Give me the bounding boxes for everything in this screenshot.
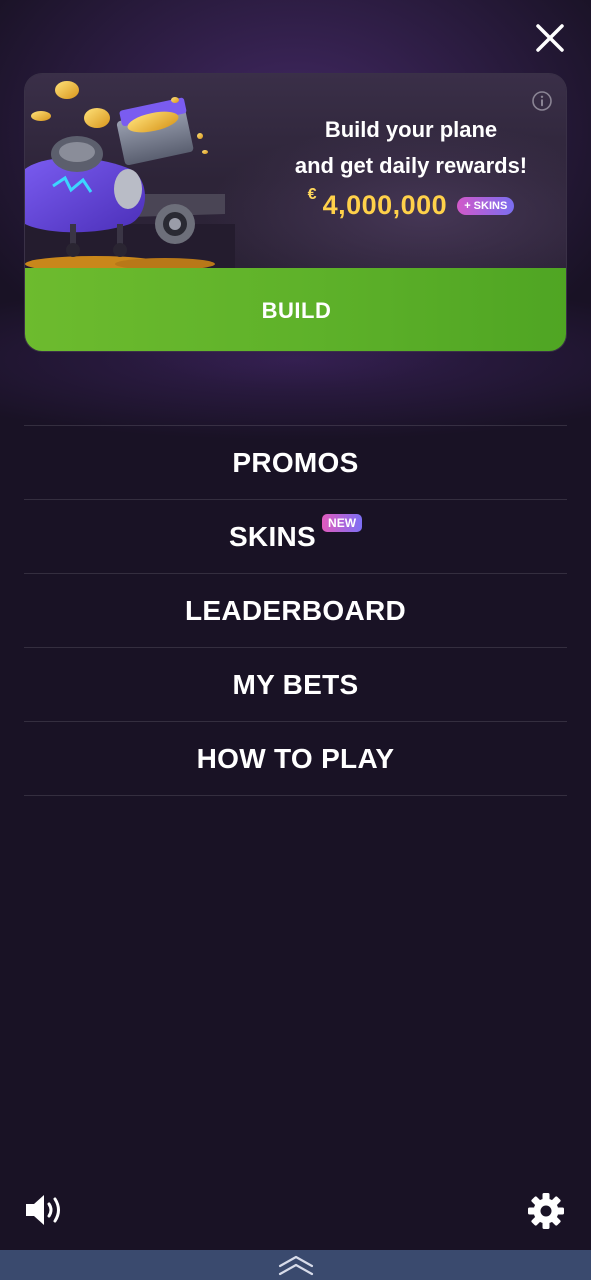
expand-bar[interactable] <box>0 1250 591 1280</box>
main-menu: PROMOS SKINS NEW LEADERBOARD MY BETS HOW… <box>24 425 567 796</box>
plane-illustration <box>25 81 235 268</box>
promo-title-line1: Build your plane <box>324 117 498 142</box>
menu-screen: Build your plane and get daily rewards! … <box>0 0 591 1280</box>
menu-item-promos[interactable]: PROMOS <box>24 425 567 499</box>
info-icon[interactable] <box>531 90 553 112</box>
build-button[interactable]: BUILD <box>25 268 566 351</box>
menu-item-label: PROMOS <box>232 446 359 478</box>
prize-amount: 4,000,000 <box>322 190 448 220</box>
new-badge: NEW <box>322 513 363 532</box>
menu-item-label: MY BETS <box>232 668 359 700</box>
menu-item-label: HOW TO PLAY <box>196 742 395 774</box>
menu-item-label: SKINS <box>228 520 317 552</box>
speaker-icon[interactable] <box>24 1192 68 1228</box>
promo-banner: Build your plane and get daily rewards! … <box>25 74 566 268</box>
promo-card: Build your plane and get daily rewards! … <box>24 73 567 352</box>
build-button-label: BUILD <box>261 297 332 323</box>
skins-tag: + SKINS <box>457 196 515 215</box>
prize-currency: € <box>307 186 317 203</box>
gear-icon[interactable] <box>527 1192 565 1230</box>
menu-item-how-to-play[interactable]: HOW TO PLAY <box>24 721 567 796</box>
menu-item-leaderboard[interactable]: LEADERBOARD <box>24 573 567 647</box>
close-icon[interactable] <box>531 19 569 57</box>
menu-item-label: LEADERBOARD <box>184 594 407 626</box>
chevron-double-up-icon <box>278 1255 313 1276</box>
menu-item-my-bets[interactable]: MY BETS <box>24 647 567 721</box>
promo-text: Build your plane and get daily rewards! … <box>261 112 561 221</box>
menu-item-skins[interactable]: SKINS NEW <box>24 499 567 573</box>
promo-title-line2: and get daily rewards! <box>294 153 528 178</box>
prize-row: € 4,000,000 + SKINS <box>261 186 561 221</box>
